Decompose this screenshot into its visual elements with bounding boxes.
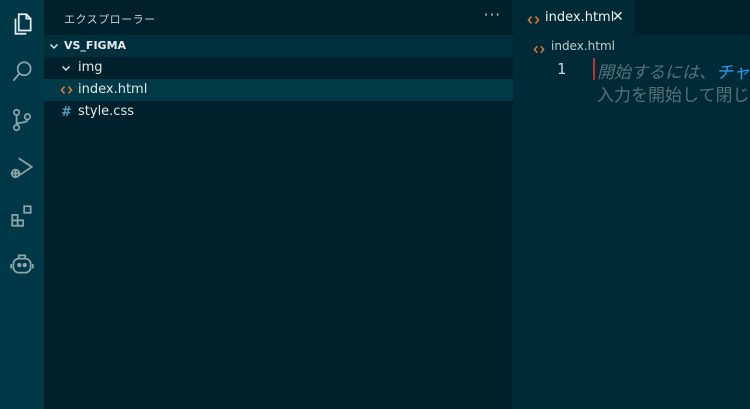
more-actions-button[interactable]: ···: [484, 6, 501, 24]
files-icon: [14, 13, 32, 35]
html-file-icon: [533, 40, 545, 59]
chat-hint-link[interactable]: チャ: [716, 63, 750, 83]
editor-hint-line-1: 開始するには、チャ: [597, 58, 750, 83]
tree-item-label: index.html: [78, 82, 148, 97]
workspace-folder-header[interactable]: VS_FIGMA: [44, 35, 513, 57]
close-icon[interactable]: ✕: [612, 9, 624, 25]
chevron-down-icon: [60, 60, 72, 76]
tree-item-label: img: [78, 60, 103, 75]
text-cursor: [593, 58, 595, 80]
source-control-button[interactable]: [0, 98, 44, 142]
sidebar-title: エクスプローラー: [64, 13, 156, 26]
workspace-folder-name: VS_FIGMA: [64, 39, 127, 52]
breadcrumb[interactable]: index.html: [513, 35, 750, 57]
vscode-window: エクスプローラー ··· VS_FIGMA img index.html # s…: [0, 0, 750, 409]
tab-label: index.html: [545, 10, 615, 25]
html-file-icon: [60, 82, 73, 98]
tab-index-html[interactable]: index.html ✕: [513, 0, 635, 35]
tree-item-style-css[interactable]: # style.css: [44, 101, 513, 123]
editor-hint-line-2: 入力を開始して閉じ: [597, 86, 750, 106]
tree-item-label: style.css: [78, 104, 134, 119]
line-number: 1: [557, 60, 567, 78]
chevron-down-icon: [50, 44, 58, 49]
css-file-icon: #: [61, 104, 72, 120]
explorer-sidebar: エクスプローラー ··· VS_FIGMA img index.html # s…: [44, 0, 513, 409]
search-button[interactable]: [0, 50, 44, 94]
hint-text: 開始するには、: [597, 63, 716, 83]
run-debug-icon: [10, 157, 34, 179]
tree-item-img[interactable]: img: [44, 57, 513, 79]
extensions-button[interactable]: [0, 194, 44, 238]
run-debug-button[interactable]: [0, 146, 44, 190]
tab-bar: index.html ✕: [513, 0, 750, 35]
editor-area: index.html ✕ index.html 1 開始するには、チャ 入力を開…: [513, 0, 750, 409]
copilot-button[interactable]: [0, 242, 44, 286]
breadcrumb-file: index.html: [551, 39, 615, 53]
source-control-icon: [13, 108, 31, 132]
extensions-icon: [11, 205, 32, 227]
tree-item-index-html[interactable]: index.html: [44, 79, 513, 101]
html-file-icon: [527, 11, 540, 30]
search-icon: [12, 61, 32, 82]
sidebar-header: エクスプローラー ···: [44, 0, 513, 35]
activity-bar: [0, 0, 44, 409]
explorer-button[interactable]: [0, 2, 44, 46]
copilot-icon: [10, 254, 34, 274]
